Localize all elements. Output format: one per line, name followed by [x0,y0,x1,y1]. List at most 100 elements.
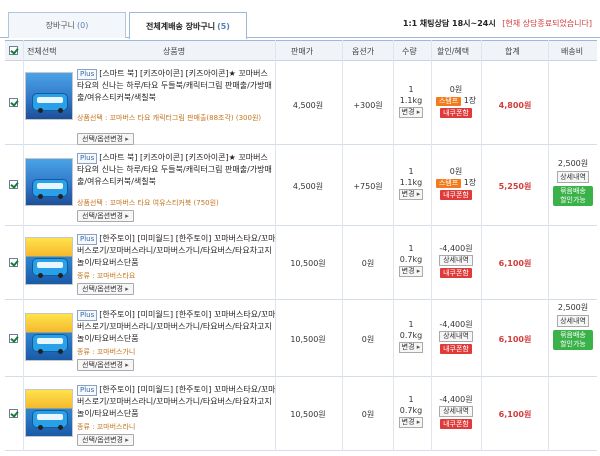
my-coupon-button[interactable]: 내쿠폰함 [440,419,472,429]
row-total: 6,100원 [498,335,532,344]
header-total: 합계 [505,47,520,56]
change-option-button[interactable]: 선택/옵션변경 [77,133,134,145]
column-divider [275,40,276,451]
stamp-badge: 스탬프 [435,179,462,188]
my-coupon-button[interactable]: 내쿠폰함 [440,344,472,354]
qty-value: 1 [408,395,414,404]
shipping-detail-button[interactable]: 상세내역 [557,315,589,327]
discount-cell: -4,400원 상세내역 내쿠폰함 [433,319,479,354]
weight-value: 0.7kg [399,406,423,415]
consult-status: [현재 상담종료되었습니다] [502,19,592,28]
my-coupon-button[interactable]: 내쿠폰함 [440,108,472,118]
product-thumbnail[interactable] [25,72,73,120]
change-option-button[interactable]: 선택/옵션변경 [77,283,134,295]
qty-cell: 1 0.7kg 변경 [393,394,429,428]
row-checkbox[interactable] [9,334,18,343]
row-option-price: 0원 [361,335,375,344]
qty-value: 1 [408,320,414,329]
header-shipping: 배송비 [561,47,584,56]
row-checkbox[interactable] [9,98,18,107]
discount-value: -4,400원 [439,244,473,253]
row-checkbox[interactable] [9,258,18,267]
row-total: 6,100원 [498,259,532,268]
qty-value: 1 [408,244,414,253]
qty-cell: 1 0.7kg 변경 [393,319,429,353]
column-divider [393,40,394,451]
row-total: 4,800원 [498,101,532,110]
my-coupon-button[interactable]: 내쿠폰함 [440,268,472,278]
product-name-text: [한주토이] [미미월드] [한주토이] 꼬마버스타요/꼬마버스로기/꼬마버스라… [77,310,276,343]
tab-overseas-cart[interactable]: 전체계배송 장바구니 (5) [129,12,247,39]
tab-cart[interactable]: 장바구니 (0) [8,12,126,38]
shipping-detail-button[interactable]: 상세내역 [557,171,589,183]
table-row: Plus [한주토이] [미미월드] [한주토이] 꼬마버스타요/꼬마버스로기/꼬… [5,227,597,300]
row-price: 10,500원 [290,335,326,344]
product-option: 상품선택 : 꼬마버스 타요 캐릭터그림 판매출(88조각) (300원) [77,114,262,122]
my-coupon-button[interactable]: 내쿠폰함 [440,190,472,200]
product-thumbnail[interactable] [25,313,73,361]
header-option-price: 옵션가 [352,47,375,56]
product-thumbnail[interactable] [25,237,73,285]
header-price: 판매가 [291,47,314,56]
discount-cell: 0원 스탬프 1장 내쿠폰함 [433,166,479,200]
product-name[interactable]: Plus [스마트 북] [키즈아이콘] [키즈아이콘]★ 꼬마버스 타요의 신나… [77,68,277,104]
discount-detail-button[interactable]: 상세내역 [439,331,473,342]
product-option: 종류 : 꼬마버스타요 [77,272,136,280]
discount-cell: -4,400원 상세내역 내쿠폰함 [433,243,479,278]
bundle-line2: 할인가능 [560,196,586,204]
header-select-all: 전체선택 [27,47,57,56]
qty-cell: 1 1.1kg 변경 [393,166,429,200]
discount-value: -4,400원 [439,320,473,329]
change-option-button[interactable]: 선택/옵션변경 [77,359,134,371]
plus-badge: Plus [77,153,98,164]
bundle-line1: 묶음배송 [560,187,586,195]
discount-detail-button[interactable]: 상세내역 [439,406,473,417]
select-all-checkbox[interactable] [9,46,18,55]
product-option: 상품선택 : 꼬마버스 타요 여유스티커북 (750원) [77,199,219,207]
row-option-price: 0원 [361,410,375,419]
row-checkbox[interactable] [9,409,18,418]
product-name-text: [한주토이] [미미월드] [한주토이] 꼬마버스타요/꼬마버스로기/꼬마버스라… [77,385,276,418]
bus-toy-icon [32,258,68,278]
header-discount: 할인/혜택 [437,47,470,56]
product-name[interactable]: Plus [한주토이] [미미월드] [한주토이] 꼬마버스타요/꼬마버스로기/꼬… [77,233,277,269]
stamp-badge: 스탬프 [435,97,462,106]
table-header: 전체선택 상품명 판매가 옵션가 수량 할인/혜택 합계 배송비 [5,40,597,61]
row-checkbox[interactable] [9,180,18,189]
discount-value: -4,400원 [439,395,473,404]
shipping-fee: 2,500원 [557,303,589,312]
product-thumbnail[interactable] [25,389,73,437]
column-divider [548,40,549,451]
change-qty-button[interactable]: 변경 [398,266,424,277]
bundle-line2: 할인가능 [560,340,586,348]
bus-image-icon [32,179,68,199]
plus-badge: Plus [77,69,98,80]
product-name[interactable]: Plus [한주토이] [미미월드] [한주토이] 꼬마버스타요/꼬마버스로기/꼬… [77,309,277,345]
bus-toy-icon [32,410,68,430]
stamp-count: 1장 [463,178,477,187]
column-divider [431,40,432,451]
change-qty-button[interactable]: 변경 [398,417,424,428]
consult-label[interactable]: 채팅상담 18시~24시 [420,19,496,28]
discount-detail-button[interactable]: 상세내역 [439,255,473,266]
change-option-button[interactable]: 선택/옵션변경 [77,210,134,222]
discount-value: 0원 [449,167,463,176]
consult-prefix: 1:1 [402,19,418,28]
table-row: Plus [스마트 북] [키즈아이콘] [키즈아이콘]★ 꼬마버스 타요의 신나… [5,146,597,226]
discount-cell: 0원 스탬프 1장 내쿠폰함 [433,84,479,118]
change-option-button[interactable]: 선택/옵션변경 [77,434,134,446]
change-qty-button[interactable]: 변경 [398,189,424,200]
bus-toy-icon [32,334,68,354]
product-option: 종류 : 꼬마버스가니 [77,348,136,356]
column-divider [481,40,482,451]
row-price: 4,500원 [292,182,324,191]
change-qty-button[interactable]: 변경 [398,107,424,118]
bundle-shipping-badge[interactable]: 묶음배송 할인가능 [553,186,593,206]
product-name[interactable]: Plus [스마트 북] [키즈아이콘] [키즈아이콘]★ 꼬마버스 타요의 신나… [77,152,277,188]
column-divider [342,40,343,451]
change-qty-button[interactable]: 변경 [398,342,424,353]
product-name[interactable]: Plus [한주토이] [미미월드] [한주토이] 꼬마버스타요/꼬마버스로기/꼬… [77,384,277,420]
product-thumbnail[interactable] [25,158,73,206]
row-price: 4,500원 [292,101,324,110]
bundle-shipping-badge[interactable]: 묶음배송 할인가능 [553,330,593,350]
